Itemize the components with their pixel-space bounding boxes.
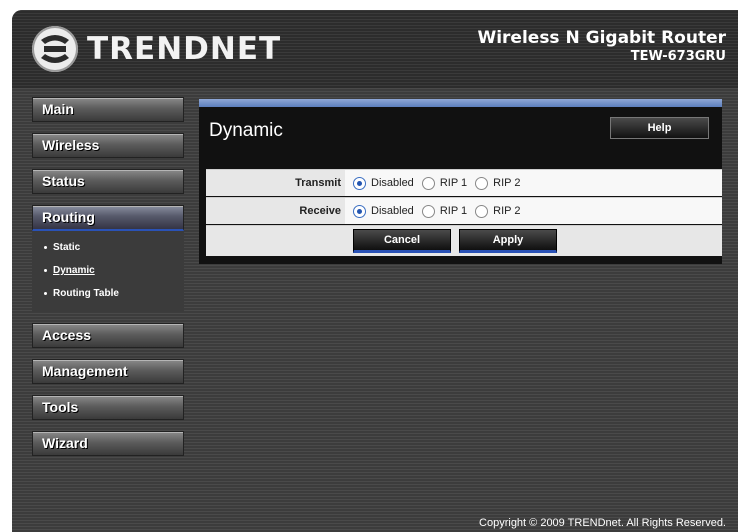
transmit-row: Transmit Disabled RIP 1 RIP 2 — [206, 169, 722, 196]
submenu-item-label: Static — [53, 242, 81, 253]
receive-disabled-radio[interactable] — [353, 204, 366, 218]
sidebar-item-label: Wireless — [42, 137, 100, 153]
receive-rip1-radio[interactable] — [421, 204, 435, 218]
actions-row: Cancel Apply — [206, 225, 722, 256]
receive-label: Receive — [299, 205, 341, 217]
copyright-text: Copyright © 2009 TRENDnet. All Rights Re… — [479, 517, 726, 529]
dynamic-routing-panel: Dynamic Help Transmit Disabled RIP 1 RIP… — [199, 99, 722, 264]
transmit-disabled-radio[interactable] — [353, 176, 366, 190]
radio-label: RIP 1 — [439, 205, 468, 217]
radio-label: Disabled — [371, 177, 414, 189]
panel-accent-bar — [199, 99, 722, 107]
sidebar-item-access[interactable]: Access — [32, 323, 184, 348]
sidebar-nav: Main Wireless Status Routing Static Dyna… — [32, 97, 184, 467]
sidebar-item-label: Main — [42, 101, 74, 117]
sidebar-item-wireless[interactable]: Wireless — [32, 133, 184, 158]
transmit-rip1-radio[interactable] — [421, 176, 435, 190]
submenu-item-routing-table[interactable]: Routing Table — [32, 285, 184, 308]
sidebar-item-routing[interactable]: Routing — [32, 205, 184, 231]
sidebar-item-label: Wizard — [42, 435, 88, 451]
sidebar-item-wizard[interactable]: Wizard — [32, 431, 184, 456]
product-info: Wireless N Gigabit Router TEW-673GRU — [477, 28, 726, 64]
receive-rip2-radio[interactable] — [475, 204, 489, 218]
submenu-item-dynamic[interactable]: Dynamic — [32, 262, 184, 285]
radio-label: Disabled — [371, 205, 414, 217]
sidebar-item-status[interactable]: Status — [32, 169, 184, 194]
actions-cell: Cancel Apply — [345, 226, 722, 256]
sidebar-item-label: Management — [42, 363, 128, 379]
trendnet-logo: TRENDNET — [32, 26, 281, 72]
trendnet-logo-icon — [32, 26, 78, 72]
submenu-item-static[interactable]: Static — [32, 239, 184, 262]
cancel-button[interactable]: Cancel — [353, 229, 451, 253]
radio-label: RIP 2 — [493, 177, 521, 189]
sidebar-item-label: Access — [42, 327, 92, 343]
bullet-icon — [44, 268, 47, 272]
brand-name: TRENDNET — [87, 31, 282, 67]
sidebar-item-management[interactable]: Management — [32, 359, 184, 384]
page-title: Dynamic — [209, 120, 283, 141]
product-name: Wireless N Gigabit Router — [477, 28, 726, 48]
sidebar-item-label: Tools — [42, 399, 79, 415]
bullet-icon — [44, 245, 47, 249]
radio-label: RIP 2 — [493, 205, 521, 217]
bullet-icon — [44, 291, 47, 295]
sidebar-item-tools[interactable]: Tools — [32, 395, 184, 420]
actions-spacer — [206, 226, 341, 256]
submenu-item-label: Dynamic — [53, 265, 95, 276]
apply-button[interactable]: Apply — [459, 229, 557, 253]
sidebar-item-label: Routing — [42, 209, 95, 225]
routing-submenu: Static Dynamic Routing Table — [32, 231, 184, 312]
radio-label: RIP 1 — [439, 177, 468, 189]
receive-options: Disabled RIP 1 RIP 2 — [345, 198, 722, 224]
product-model: TEW-673GRU — [630, 49, 726, 64]
header: TRENDNET Wireless N Gigabit Router TEW-6… — [12, 10, 738, 88]
sidebar-item-label: Status — [42, 173, 85, 189]
transmit-label: Transmit — [295, 177, 341, 189]
receive-row: Receive Disabled RIP 1 RIP 2 — [206, 197, 722, 224]
transmit-options: Disabled RIP 1 RIP 2 — [345, 170, 722, 196]
transmit-rip2-radio[interactable] — [475, 176, 489, 190]
submenu-item-label: Routing Table — [53, 288, 119, 299]
help-button[interactable]: Help — [610, 117, 709, 139]
router-admin-frame: TRENDNET Wireless N Gigabit Router TEW-6… — [12, 10, 738, 532]
sidebar-item-main[interactable]: Main — [32, 97, 184, 122]
